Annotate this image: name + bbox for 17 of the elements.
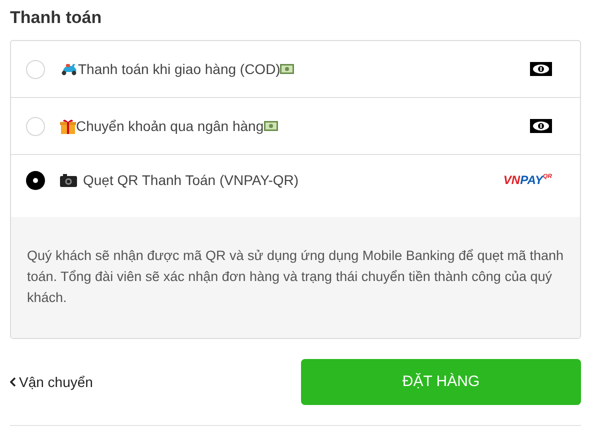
banknote-icon: [264, 121, 278, 131]
back-link[interactable]: Vận chuyển: [10, 372, 93, 392]
chevron-left-icon: [10, 377, 16, 387]
option-label: Quẹt QR Thanh Toán (VNPAY-QR): [83, 170, 299, 190]
scooter-icon: [60, 62, 78, 76]
radio-button[interactable]: [26, 116, 45, 136]
banknote-icon: [530, 119, 552, 133]
option-label: Thanh toán khi giao hàng (COD): [78, 60, 280, 79]
banknote-icon: [280, 64, 294, 74]
option-label: Chuyển khoản qua ngân hàng: [76, 116, 264, 136]
payment-description: Quý khách sẽ nhận được mã QR và sử dụng ứng dụng Mobile Banking để quẹt mã thanh toán. Tổng đài viên sẽ xác nhận đơn hàng và trạng thái chuyển tiền thành công của quý khách.: [27, 247, 564, 307]
radio-button[interactable]: [26, 60, 45, 78]
radio-button[interactable]: [26, 170, 45, 190]
banknote-icon: [530, 62, 552, 76]
gift-icon: [60, 118, 76, 134]
section-title: Thanh toán: [10, 8, 103, 28]
camera-icon: [60, 174, 77, 186]
